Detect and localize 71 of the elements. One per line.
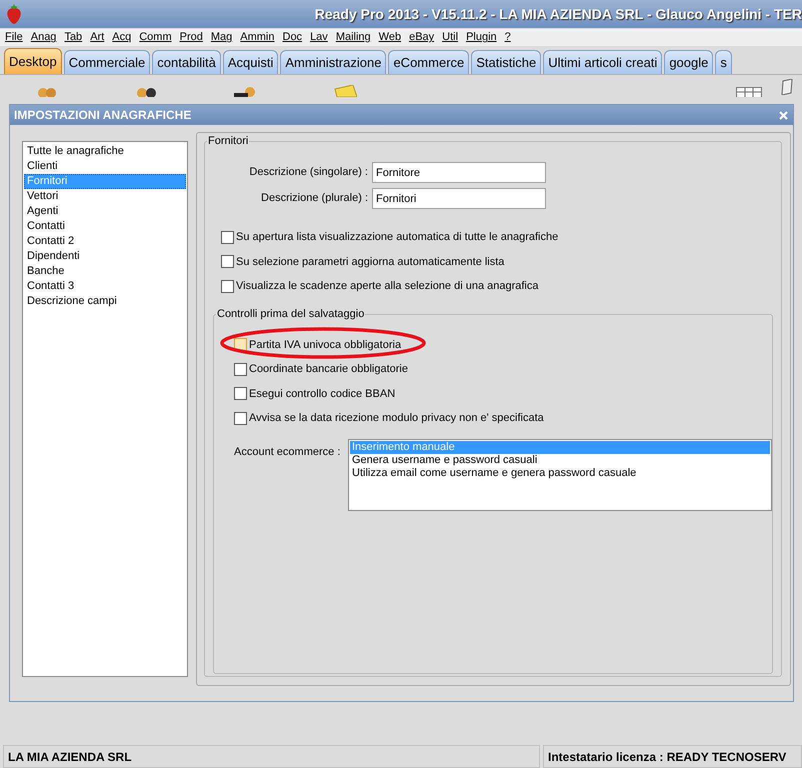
menu-item[interactable]: Mailing [336, 29, 371, 46]
checkbox-label: Visualizza le scadenze aperte alla selezione di una anagrafica [236, 279, 538, 294]
tab[interactable]: Commerciale [64, 50, 150, 74]
menu-item[interactable]: Plugin [466, 29, 497, 46]
checkbox-label: Coordinate bancarie obbligatorie [249, 362, 408, 377]
scroll-icon [780, 79, 794, 95]
checkbox-label: Su apertura lista visualizzazione automatica di tutte le anagrafiche [236, 230, 558, 245]
tab[interactable]: s [715, 50, 732, 74]
menu-item[interactable]: Util [442, 29, 458, 46]
list-item[interactable]: Utilizza email come username e genera password casuale [350, 466, 770, 480]
menu-item[interactable]: Anag [30, 29, 56, 46]
list-item[interactable]: Agenti [24, 204, 186, 219]
dialog-title: IMPOSTAZIONI ANAGRAFICHE [14, 107, 192, 124]
grid-icon [736, 87, 762, 97]
field-label: Descrizione (plurale) : [260, 191, 368, 206]
text-field[interactable]: Fornitori [372, 188, 546, 209]
menu-item[interactable]: Tab [64, 29, 82, 46]
list-item[interactable]: Vettori [24, 189, 186, 204]
checkbox-label: Esegui controllo codice BBAN [249, 386, 396, 402]
close-icon [778, 110, 788, 120]
checkbox[interactable] [221, 255, 234, 268]
person-icon [232, 87, 258, 97]
tab[interactable]: eCommerce [388, 50, 470, 74]
list-item[interactable]: Tutte le anagrafiche [24, 144, 186, 159]
people-icon [135, 87, 159, 97]
menu-item[interactable]: Acq [112, 29, 132, 46]
list-item[interactable]: Clienti [24, 159, 186, 174]
menu-item[interactable]: Comm [139, 29, 172, 46]
list-item[interactable]: Contatti 2 [24, 234, 186, 249]
text-field[interactable]: Fornitore [372, 162, 546, 183]
people-icon [38, 87, 56, 97]
field-label: Account ecommerce : [234, 444, 340, 460]
menu-item[interactable]: Doc [282, 29, 302, 46]
close-button[interactable] [777, 109, 789, 121]
status-license: Intestatario licenza : READY TECNOSERV [543, 745, 802, 768]
menu-item[interactable]: Mag [210, 29, 232, 46]
checkbox[interactable] [221, 230, 234, 244]
menu-item[interactable]: Web [378, 29, 402, 46]
checkbox-label: Partita IVA univoca obbligatoria [249, 338, 402, 352]
checkbox[interactable] [234, 387, 247, 400]
checkbox[interactable] [234, 362, 247, 376]
status-company: LA MIA AZIENDA SRL [3, 745, 540, 768]
menu-item[interactable]: File [5, 29, 23, 46]
tab[interactable]: Statistiche [471, 50, 542, 74]
menu-item[interactable]: Ammin [240, 29, 274, 46]
list-item[interactable]: Genera username e password casuali [350, 454, 770, 466]
group-title: Controlli prima del salvataggio [216, 306, 366, 320]
list-item[interactable]: Banche [24, 264, 186, 279]
list-item[interactable]: Dipendenti [24, 249, 186, 264]
menu-item[interactable]: ? [504, 29, 511, 46]
tab[interactable]: contabilità [152, 50, 221, 74]
menu-item[interactable]: eBay [409, 29, 434, 46]
tab[interactable]: Ultimi articoli creati [543, 50, 662, 74]
field-label: Descrizione (singolare) : [248, 165, 368, 180]
tab[interactable]: google [664, 50, 714, 74]
checkbox[interactable] [221, 280, 234, 293]
checkbox-label: Su selezione parametri aggiorna automaticamente lista [236, 254, 504, 270]
tab[interactable]: Amministrazione [280, 50, 386, 74]
checkbox-label: Avvisa se la data ricezione modulo privacy non e' specificata [249, 411, 544, 426]
window-title: Ready Pro 2013 - V15.11.2 - LA MIA AZIENDA SRL - Glauco Angelini - TER [314, 4, 802, 24]
menu-item[interactable]: Prod [180, 29, 203, 46]
note-icon [333, 85, 357, 97]
menu-item[interactable]: Art [90, 29, 104, 46]
list-item[interactable]: Descrizione campi [24, 294, 186, 309]
menu-item[interactable]: Lav [310, 29, 328, 46]
tab[interactable]: Acquisti [222, 50, 278, 74]
tab[interactable]: Desktop [4, 48, 62, 74]
checkbox[interactable] [234, 412, 247, 425]
list-item[interactable]: Contatti 3 [24, 279, 186, 294]
list-item[interactable]: Contatti [24, 219, 186, 234]
strawberry-icon [6, 4, 22, 24]
